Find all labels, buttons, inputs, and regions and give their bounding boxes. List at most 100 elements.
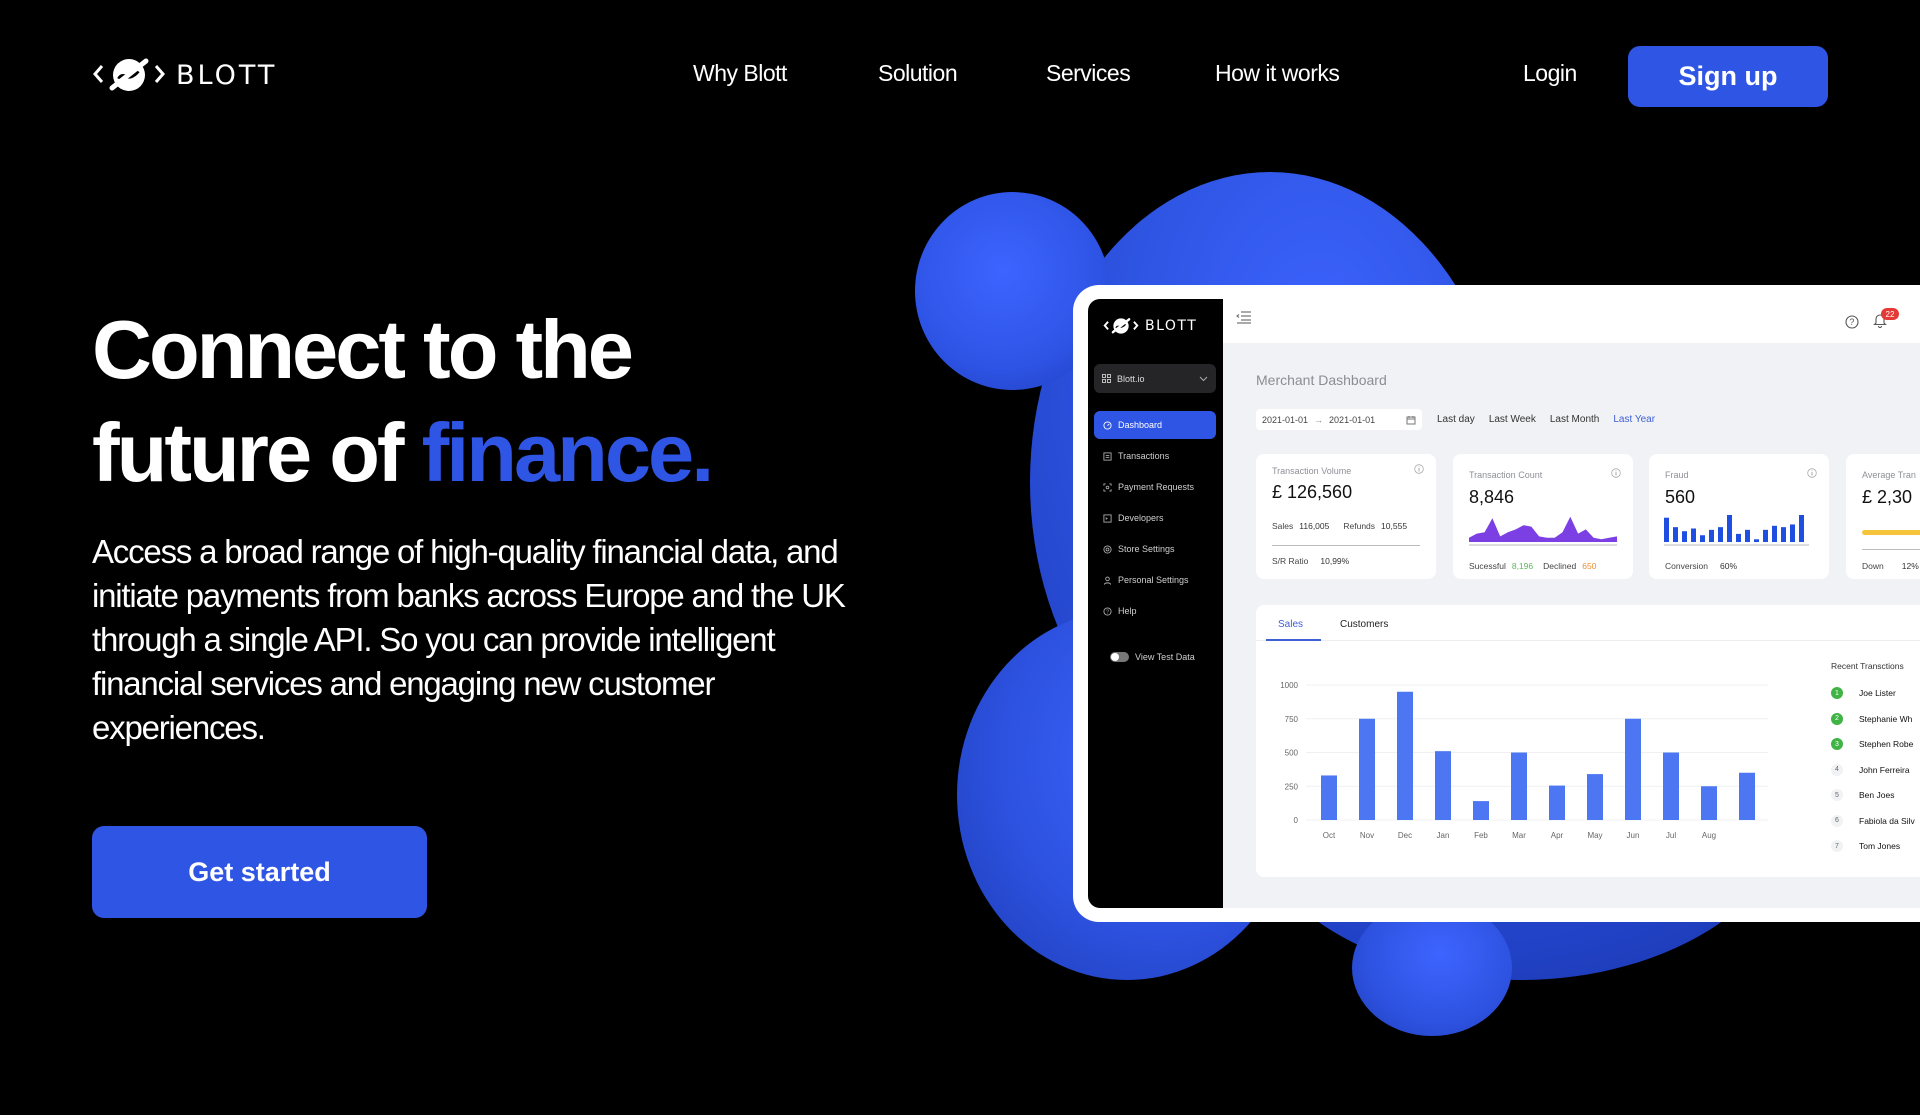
recent-transaction-row[interactable]: 1 Joe Lister bbox=[1831, 687, 1896, 699]
sales-bar[interactable] bbox=[1359, 718, 1375, 820]
collapse-menu-icon[interactable] bbox=[1236, 310, 1252, 324]
range-last-year[interactable]: Last Year bbox=[1613, 414, 1655, 425]
chart-tabs: Sales Customers bbox=[1256, 605, 1920, 641]
help-circle-icon[interactable]: ? bbox=[1845, 315, 1859, 329]
fraud-bar bbox=[1709, 529, 1714, 542]
date-to: 2021-01-01 bbox=[1329, 414, 1376, 425]
card-value: £ 126,560 bbox=[1272, 482, 1353, 502]
brand-logo[interactable]: BLOTT bbox=[92, 52, 277, 98]
rank-badge: 1 bbox=[1831, 687, 1843, 699]
tab-sales[interactable]: Sales bbox=[1278, 619, 1303, 630]
card-title: Transaction Count bbox=[1469, 470, 1543, 480]
sidebar-item-personal-settings[interactable]: Personal Settings bbox=[1094, 566, 1216, 594]
sidebar-item-payment-requests[interactable]: Payment Requests bbox=[1094, 473, 1216, 501]
sales-bar[interactable] bbox=[1739, 772, 1755, 820]
scan-icon bbox=[1103, 482, 1112, 492]
sales-bar[interactable] bbox=[1663, 752, 1679, 821]
sidebar-item-label: Personal Settings bbox=[1118, 575, 1189, 585]
info-icon[interactable] bbox=[1414, 464, 1424, 474]
sales-bar[interactable] bbox=[1701, 786, 1717, 820]
rank-badge: 4 bbox=[1831, 763, 1843, 776]
conversion-value: 60% bbox=[1720, 561, 1738, 571]
org-selector[interactable]: Blott.io bbox=[1094, 364, 1216, 393]
recent-transaction-row[interactable]: 6 Fabiola da Silv bbox=[1831, 814, 1915, 827]
sales-bar[interactable] bbox=[1625, 718, 1641, 820]
sidebar-item-developers[interactable]: Developers bbox=[1094, 504, 1216, 532]
card-average-transaction: Average Tran £ 2,30 Down 12% bbox=[1846, 454, 1920, 579]
sales-bar[interactable] bbox=[1435, 751, 1451, 820]
fraud-bar bbox=[1673, 527, 1678, 542]
recent-transaction-row[interactable]: 4 John Ferreira bbox=[1831, 763, 1910, 776]
fraud-bar bbox=[1763, 529, 1768, 542]
nav-link-how-it-works[interactable]: How it works bbox=[1215, 60, 1340, 87]
range-last-month[interactable]: Last Month bbox=[1550, 414, 1599, 425]
fraud-bar bbox=[1718, 527, 1723, 542]
nav-link-solution[interactable]: Solution bbox=[878, 60, 958, 87]
transaction-sparkline bbox=[1469, 516, 1617, 546]
customer-name: Ben Joes bbox=[1859, 790, 1895, 800]
svg-text:?: ? bbox=[1106, 609, 1109, 615]
success-declined: Sucessful 8,196 Declined 650 bbox=[1469, 561, 1596, 571]
dashboard-screen: BLOTT Blott.io Dashboard Transactions Pa… bbox=[1088, 299, 1920, 908]
signup-button[interactable]: Sign up bbox=[1628, 46, 1828, 107]
toggle-label: View Test Data bbox=[1135, 652, 1195, 662]
user-icon bbox=[1103, 576, 1112, 585]
card-divider bbox=[1272, 545, 1420, 546]
fraud-bar bbox=[1799, 515, 1804, 542]
info-icon[interactable] bbox=[1807, 468, 1817, 478]
fraud-bar-chart bbox=[1664, 515, 1809, 546]
card-value: 560 bbox=[1665, 487, 1696, 507]
dashboard-logo[interactable]: BLOTT bbox=[1102, 315, 1197, 337]
sales-bar[interactable] bbox=[1473, 801, 1489, 820]
active-tab-indicator bbox=[1266, 639, 1321, 641]
sales-bar[interactable] bbox=[1511, 752, 1527, 821]
hero-subtitle: Access a broad range of high-quality fin… bbox=[92, 533, 846, 746]
login-link[interactable]: Login bbox=[1523, 60, 1577, 87]
sidebar-item-store-settings[interactable]: Store Settings bbox=[1094, 535, 1216, 563]
info-icon[interactable] bbox=[1611, 468, 1621, 478]
sales-bar[interactable] bbox=[1549, 785, 1565, 820]
rank-badge: 6 bbox=[1831, 814, 1843, 827]
fraud-bar bbox=[1727, 515, 1732, 542]
down-stat: Down 12% bbox=[1862, 561, 1919, 571]
date-range-picker[interactable]: 2021-01-01 → 2021-01-01 bbox=[1256, 409, 1422, 430]
recent-transaction-row[interactable]: 2 Stephanie Wh bbox=[1831, 712, 1912, 725]
x-tick-label: Nov bbox=[1360, 831, 1374, 840]
range-last-day[interactable]: Last day bbox=[1437, 414, 1475, 425]
customer-name: John Ferreira bbox=[1859, 764, 1910, 775]
get-started-button[interactable]: Get started bbox=[92, 826, 427, 918]
dashboard-page-title: Merchant Dashboard bbox=[1256, 372, 1387, 388]
card-divider bbox=[1862, 549, 1920, 550]
toggle-switch[interactable] bbox=[1110, 652, 1129, 662]
refunds-label: Refunds bbox=[1343, 521, 1376, 531]
sales-bar[interactable] bbox=[1587, 774, 1603, 820]
nav-link-services[interactable]: Services bbox=[1046, 60, 1131, 87]
declined-value: 650 bbox=[1582, 561, 1597, 571]
nav-link-why-blott[interactable]: Why Blott bbox=[693, 60, 787, 87]
x-tick-label: Apr bbox=[1551, 831, 1564, 840]
tab-customers[interactable]: Customers bbox=[1340, 619, 1388, 630]
view-test-data-toggle[interactable]: View Test Data bbox=[1110, 652, 1195, 662]
range-options: Last day Last Week Last Month Last Year bbox=[1437, 414, 1655, 425]
recent-transaction-row[interactable]: 5 Ben Joes bbox=[1831, 789, 1894, 801]
x-tick-label: Mar bbox=[1512, 831, 1526, 840]
down-value: 12% bbox=[1901, 561, 1919, 571]
fraud-bar bbox=[1790, 524, 1795, 542]
sidebar-item-dashboard[interactable]: Dashboard bbox=[1094, 411, 1216, 439]
recent-transaction-row[interactable]: 7 Tom Jones bbox=[1831, 840, 1900, 852]
card-value: 8,846 bbox=[1469, 487, 1515, 507]
sales-bar[interactable] bbox=[1397, 691, 1413, 820]
x-tick-label: Feb bbox=[1474, 831, 1488, 840]
arrow-right-icon: → bbox=[1314, 414, 1324, 425]
recent-transaction-row[interactable]: 3 Stephen Robe bbox=[1831, 738, 1913, 750]
sales-bar[interactable] bbox=[1321, 775, 1337, 820]
sales-bar-chart: 0 250 500 750 1000 Oct Nov Dec Jan Feb Mar Apr May Ju… bbox=[1280, 681, 1768, 840]
sidebar-item-transactions[interactable]: Transactions bbox=[1094, 442, 1216, 470]
hero-title: Connect to the future of finance. bbox=[92, 298, 714, 504]
customer-name: Fabiola da Silv bbox=[1859, 815, 1915, 826]
sidebar-item-help[interactable]: ? Help bbox=[1094, 597, 1216, 625]
y-tick-label: 250 bbox=[1285, 782, 1299, 791]
sidebar-item-label: Store Settings bbox=[1118, 544, 1175, 554]
refunds-value: 10,555 bbox=[1381, 521, 1408, 531]
range-last-week[interactable]: Last Week bbox=[1489, 414, 1536, 425]
